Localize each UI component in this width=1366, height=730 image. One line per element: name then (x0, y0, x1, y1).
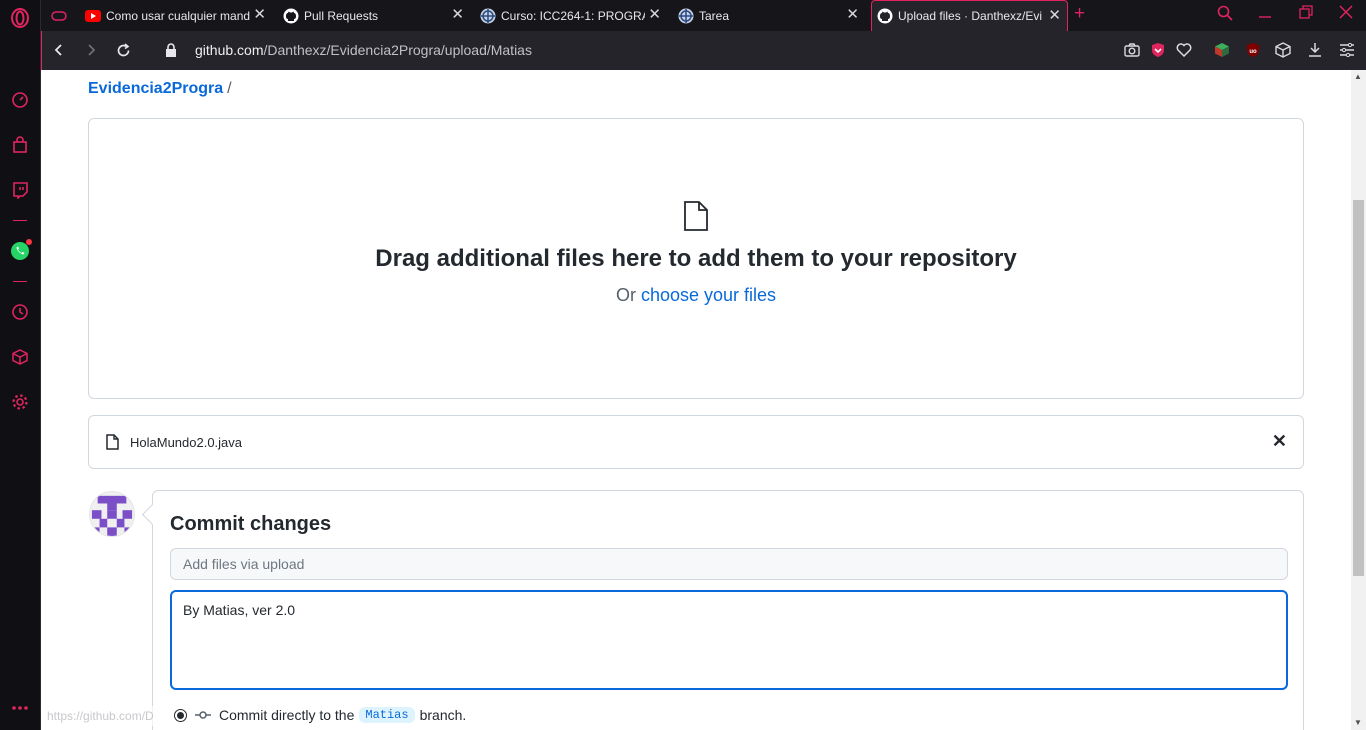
camera-snapshot-icon[interactable] (1123, 41, 1141, 59)
radio-button[interactable] (174, 708, 187, 722)
git-commit-icon (195, 708, 211, 723)
tab-close-icon[interactable]: ✕ (648, 7, 661, 22)
history-icon[interactable] (10, 302, 30, 322)
tab-title: Tarea (699, 8, 730, 23)
download-icon[interactable] (1306, 41, 1324, 59)
tab-upload-files[interactable]: Upload files · Danthexz/Evi ✕ (871, 0, 1068, 31)
extension-cube-color-icon[interactable] (1213, 41, 1231, 59)
moodle-icon (678, 8, 694, 24)
tab-title: Pull Requests (304, 8, 379, 23)
sidebar-divider (13, 220, 27, 221)
easy-setup-menu-icon[interactable] (1338, 41, 1356, 59)
opera-sidebar (0, 0, 41, 730)
dropzone-title: Drag additional files here to add them t… (375, 245, 1017, 272)
tab-curso[interactable]: Curso: ICC264-1: PROGRAM ✕ (475, 0, 667, 31)
pocket-shield-icon[interactable] (1149, 41, 1167, 59)
breadcrumb: Evidencia2Progra / (88, 80, 232, 98)
lock-icon[interactable] (161, 40, 181, 60)
file-icon (683, 201, 709, 231)
twitch-icon[interactable] (10, 180, 30, 200)
commit-summary-input[interactable] (170, 548, 1288, 580)
address-bar: github.com/Danthexz/Evidencia2Progra/upl… (41, 31, 1366, 70)
uploaded-file-row: HolaMundo2.0.java ✕ (88, 415, 1304, 469)
branch-name: Matias (359, 707, 415, 723)
dropzone-subtitle: Or choose your files (89, 285, 1303, 306)
commit-option-suffix: branch. (419, 707, 467, 723)
file-dropzone[interactable]: Drag additional files here to add them t… (88, 118, 1304, 399)
opera-logo-icon[interactable] (10, 8, 30, 28)
whatsapp-icon[interactable] (10, 239, 32, 261)
repo-link[interactable]: Evidencia2Progra (88, 80, 223, 97)
heart-icon[interactable] (1175, 41, 1193, 59)
tab-close-icon[interactable]: ✕ (1048, 8, 1061, 23)
forward-arrow-icon[interactable] (81, 40, 101, 60)
extensions-icon[interactable] (1274, 41, 1292, 59)
commit-title: Commit changes (170, 513, 332, 535)
commit-form: Commit changes By Matias, ver 2.0 Commit… (152, 490, 1304, 730)
ublock-origin-icon[interactable]: uo (1244, 41, 1262, 59)
youtube-icon (85, 8, 101, 24)
url-path: /Danthexz/Evidencia2Progra/upload/Matias (263, 42, 532, 58)
notification-dot (26, 239, 32, 245)
github-icon (283, 8, 299, 24)
restore-icon[interactable] (1299, 5, 1313, 23)
tab-title: Curso: ICC264-1: PROGRAM (501, 8, 645, 23)
tab-close-icon[interactable]: ✕ (451, 7, 464, 22)
settings-gear-icon[interactable] (10, 392, 30, 412)
commit-option-direct[interactable]: Commit directly to the Matias branch. (174, 707, 466, 723)
extensions-cube-icon[interactable] (10, 347, 30, 367)
shopping-bag-icon[interactable] (10, 135, 30, 155)
breadcrumb-separator: / (227, 80, 232, 97)
commit-option-prefix: Commit directly to the (219, 707, 355, 723)
commit-description-textarea[interactable]: By Matias, ver 2.0 (170, 590, 1288, 690)
tab-tarea[interactable]: Tarea ✕ (673, 0, 865, 31)
tab-close-icon[interactable]: ✕ (846, 7, 859, 22)
url-field[interactable]: github.com/Danthexz/Evidencia2Progra/upl… (195, 42, 532, 58)
minimize-icon[interactable] (1258, 5, 1272, 23)
avatar[interactable] (89, 491, 135, 537)
dropzone-prefix: Or (615, 285, 636, 305)
tab-title: Como usar cualquier mand (106, 8, 250, 23)
tab-strip: Como usar cualquier mand ✕ Pull Requests… (41, 0, 1366, 31)
new-tab-plus-icon[interactable]: + (1074, 4, 1085, 24)
moodle-icon (480, 8, 496, 24)
page-content: Evidencia2Progra / Drag additional files … (41, 70, 1351, 730)
browser-window: Como usar cualquier mand ✕ Pull Requests… (0, 0, 1366, 730)
choose-files-link[interactable]: choose your files (641, 285, 776, 305)
page-scrollbar[interactable]: ▲ ▼ (1351, 70, 1366, 730)
status-bar-url: https://github.com/D (41, 706, 160, 726)
close-window-icon[interactable] (1339, 5, 1353, 23)
url-domain: github.com (195, 42, 264, 58)
file-name: HolaMundo2.0.java (130, 435, 243, 450)
scroll-up-arrow-icon[interactable]: ▲ (1354, 72, 1362, 81)
gamepad-icon (51, 8, 67, 24)
tab-youtube[interactable]: Como usar cualquier mand ✕ (80, 0, 272, 31)
tab-gx-control[interactable] (46, 0, 76, 31)
remove-file-close-icon[interactable]: ✕ (1272, 431, 1287, 452)
back-arrow-icon[interactable] (49, 40, 69, 60)
tab-close-icon[interactable]: ✕ (253, 7, 266, 22)
svg-text:uo: uo (1249, 49, 1257, 55)
github-icon (877, 8, 893, 24)
file-icon (106, 434, 119, 450)
more-options-icon[interactable] (10, 698, 30, 718)
scroll-down-arrow-icon[interactable]: ▼ (1354, 718, 1362, 727)
speed-dial-icon[interactable] (10, 90, 30, 110)
tab-title: Upload files · Danthexz/Evi (898, 9, 1043, 23)
reload-icon[interactable] (113, 40, 133, 60)
sidebar-divider (13, 281, 27, 282)
scrollbar-thumb[interactable] (1353, 200, 1364, 576)
tab-pull-requests[interactable]: Pull Requests ✕ (278, 0, 470, 31)
search-tabs-icon[interactable] (1217, 5, 1233, 25)
